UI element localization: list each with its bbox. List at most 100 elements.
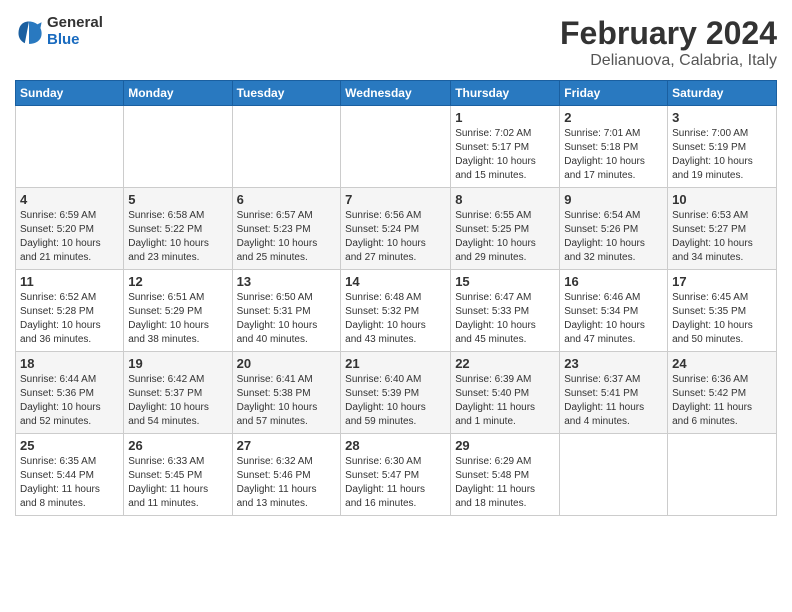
day-info: Sunrise: 6:55 AM Sunset: 5:25 PM Dayligh…	[455, 209, 555, 265]
day-info: Sunrise: 7:01 AM Sunset: 5:18 PM Dayligh…	[564, 127, 663, 183]
header-cell-wednesday: Wednesday	[341, 81, 451, 106]
day-cell: 24 Sunrise: 6:36 AM Sunset: 5:42 PM Dayli…	[668, 352, 777, 434]
day-cell: 13 Sunrise: 6:50 AM Sunset: 5:31 PM Dayli…	[232, 270, 341, 352]
day-cell: 2 Sunrise: 7:01 AM Sunset: 5:18 PM Daylig…	[560, 106, 668, 188]
title-section: February 2024 Delianuova, Calabria, Ital…	[560, 15, 777, 70]
day-cell: 26 Sunrise: 6:33 AM Sunset: 5:45 PM Dayli…	[124, 434, 232, 516]
day-number: 18	[20, 356, 119, 371]
logo-general: General	[47, 15, 103, 32]
header-cell-tuesday: Tuesday	[232, 81, 341, 106]
day-info: Sunrise: 6:46 AM Sunset: 5:34 PM Dayligh…	[564, 291, 663, 347]
week-row-1: 1 Sunrise: 7:02 AM Sunset: 5:17 PM Daylig…	[16, 106, 777, 188]
day-number: 27	[237, 438, 337, 453]
day-info: Sunrise: 6:42 AM Sunset: 5:37 PM Dayligh…	[128, 373, 227, 429]
logo-blue: Blue	[47, 32, 103, 49]
day-info: Sunrise: 6:44 AM Sunset: 5:36 PM Dayligh…	[20, 373, 119, 429]
day-info: Sunrise: 6:56 AM Sunset: 5:24 PM Dayligh…	[345, 209, 446, 265]
day-cell: 7Sunrise: 6:56 AM Sunset: 5:24 PM Daylig…	[341, 188, 451, 270]
day-cell: 16 Sunrise: 6:46 AM Sunset: 5:34 PM Dayli…	[560, 270, 668, 352]
day-info: Sunrise: 6:36 AM Sunset: 5:42 PM Dayligh…	[672, 373, 772, 429]
day-cell	[124, 106, 232, 188]
day-number: 25	[20, 438, 119, 453]
day-info: Sunrise: 6:41 AM Sunset: 5:38 PM Dayligh…	[237, 373, 337, 429]
page-header: General Blue February 2024 Delianuova, C…	[15, 15, 777, 70]
calendar-body: 1 Sunrise: 7:02 AM Sunset: 5:17 PM Daylig…	[16, 106, 777, 516]
day-info: Sunrise: 6:47 AM Sunset: 5:33 PM Dayligh…	[455, 291, 555, 347]
day-cell: 25 Sunrise: 6:35 AM Sunset: 5:44 PM Dayli…	[16, 434, 124, 516]
day-info: Sunrise: 7:00 AM Sunset: 5:19 PM Dayligh…	[672, 127, 772, 183]
day-number: 3	[672, 110, 772, 125]
day-info: Sunrise: 6:52 AM Sunset: 5:28 PM Dayligh…	[20, 291, 119, 347]
day-info: Sunrise: 6:37 AM Sunset: 5:41 PM Dayligh…	[564, 373, 663, 429]
logo-icon	[15, 18, 43, 46]
header-row: SundayMondayTuesdayWednesdayThursdayFrid…	[16, 81, 777, 106]
day-number: 10	[672, 192, 772, 207]
week-row-4: 18 Sunrise: 6:44 AM Sunset: 5:36 PM Dayli…	[16, 352, 777, 434]
day-info: Sunrise: 6:59 AM Sunset: 5:20 PM Dayligh…	[20, 209, 119, 265]
day-number: 28	[345, 438, 446, 453]
day-number: 26	[128, 438, 227, 453]
day-cell: 10Sunrise: 6:53 AM Sunset: 5:27 PM Dayli…	[668, 188, 777, 270]
day-number: 17	[672, 274, 772, 289]
day-info: Sunrise: 6:51 AM Sunset: 5:29 PM Dayligh…	[128, 291, 227, 347]
day-number: 22	[455, 356, 555, 371]
day-cell: 14 Sunrise: 6:48 AM Sunset: 5:32 PM Dayli…	[341, 270, 451, 352]
day-info: Sunrise: 6:58 AM Sunset: 5:22 PM Dayligh…	[128, 209, 227, 265]
day-cell: 6Sunrise: 6:57 AM Sunset: 5:23 PM Daylig…	[232, 188, 341, 270]
day-cell: 29Sunrise: 6:29 AM Sunset: 5:48 PM Dayli…	[451, 434, 560, 516]
day-cell: 8 Sunrise: 6:55 AM Sunset: 5:25 PM Daylig…	[451, 188, 560, 270]
day-number: 20	[237, 356, 337, 371]
logo: General Blue	[15, 15, 103, 48]
day-number: 9	[564, 192, 663, 207]
day-cell: 12 Sunrise: 6:51 AM Sunset: 5:29 PM Dayli…	[124, 270, 232, 352]
calendar-table: SundayMondayTuesdayWednesdayThursdayFrid…	[15, 80, 777, 516]
day-cell: 15 Sunrise: 6:47 AM Sunset: 5:33 PM Dayli…	[451, 270, 560, 352]
day-cell: 20 Sunrise: 6:41 AM Sunset: 5:38 PM Dayli…	[232, 352, 341, 434]
header-cell-friday: Friday	[560, 81, 668, 106]
day-info: Sunrise: 6:45 AM Sunset: 5:35 PM Dayligh…	[672, 291, 772, 347]
day-cell	[668, 434, 777, 516]
day-info: Sunrise: 6:50 AM Sunset: 5:31 PM Dayligh…	[237, 291, 337, 347]
day-cell	[560, 434, 668, 516]
day-info: Sunrise: 6:33 AM Sunset: 5:45 PM Dayligh…	[128, 455, 227, 511]
day-number: 1	[455, 110, 555, 125]
day-info: Sunrise: 6:35 AM Sunset: 5:44 PM Dayligh…	[20, 455, 119, 511]
week-row-5: 25 Sunrise: 6:35 AM Sunset: 5:44 PM Dayli…	[16, 434, 777, 516]
day-number: 13	[237, 274, 337, 289]
day-cell: 17 Sunrise: 6:45 AM Sunset: 5:35 PM Dayli…	[668, 270, 777, 352]
header-cell-thursday: Thursday	[451, 81, 560, 106]
day-number: 29	[455, 438, 555, 453]
day-number: 24	[672, 356, 772, 371]
day-cell: 11 Sunrise: 6:52 AM Sunset: 5:28 PM Dayli…	[16, 270, 124, 352]
day-cell: 23 Sunrise: 6:37 AM Sunset: 5:41 PM Dayli…	[560, 352, 668, 434]
day-cell: 22Sunrise: 6:39 AM Sunset: 5:40 PM Dayli…	[451, 352, 560, 434]
logo-text: General Blue	[47, 15, 103, 48]
day-number: 5	[128, 192, 227, 207]
day-number: 23	[564, 356, 663, 371]
day-info: Sunrise: 7:02 AM Sunset: 5:17 PM Dayligh…	[455, 127, 555, 183]
week-row-2: 4 Sunrise: 6:59 AM Sunset: 5:20 PM Daylig…	[16, 188, 777, 270]
day-number: 8	[455, 192, 555, 207]
day-info: Sunrise: 6:32 AM Sunset: 5:46 PM Dayligh…	[237, 455, 337, 511]
header-cell-saturday: Saturday	[668, 81, 777, 106]
day-number: 15	[455, 274, 555, 289]
day-number: 16	[564, 274, 663, 289]
day-cell	[341, 106, 451, 188]
day-number: 12	[128, 274, 227, 289]
day-number: 21	[345, 356, 446, 371]
day-cell: 28Sunrise: 6:30 AM Sunset: 5:47 PM Dayli…	[341, 434, 451, 516]
day-cell: 3 Sunrise: 7:00 AM Sunset: 5:19 PM Daylig…	[668, 106, 777, 188]
day-number: 4	[20, 192, 119, 207]
day-cell: 5 Sunrise: 6:58 AM Sunset: 5:22 PM Daylig…	[124, 188, 232, 270]
subtitle: Delianuova, Calabria, Italy	[560, 52, 777, 70]
calendar-header: SundayMondayTuesdayWednesdayThursdayFrid…	[16, 81, 777, 106]
day-cell: 4 Sunrise: 6:59 AM Sunset: 5:20 PM Daylig…	[16, 188, 124, 270]
day-info: Sunrise: 6:40 AM Sunset: 5:39 PM Dayligh…	[345, 373, 446, 429]
day-number: 14	[345, 274, 446, 289]
day-number: 19	[128, 356, 227, 371]
day-cell: 1 Sunrise: 7:02 AM Sunset: 5:17 PM Daylig…	[451, 106, 560, 188]
day-number: 2	[564, 110, 663, 125]
day-number: 11	[20, 274, 119, 289]
day-info: Sunrise: 6:48 AM Sunset: 5:32 PM Dayligh…	[345, 291, 446, 347]
day-cell: 9Sunrise: 6:54 AM Sunset: 5:26 PM Daylig…	[560, 188, 668, 270]
